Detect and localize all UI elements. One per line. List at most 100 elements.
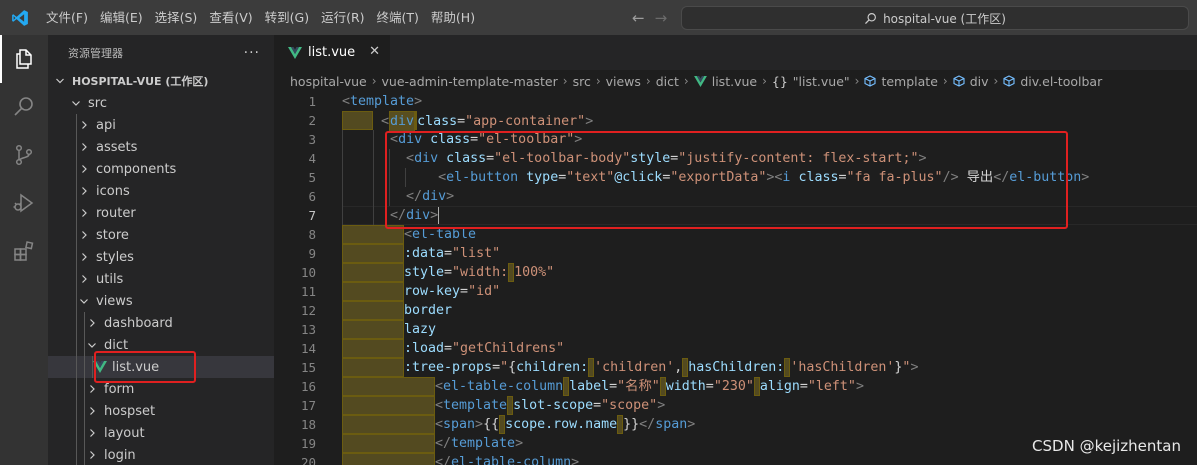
indent-guide [84, 378, 85, 400]
more-actions-icon[interactable]: ··· [244, 45, 260, 61]
folder-item[interactable]: dashboard [48, 312, 274, 334]
folder-item[interactable]: api [48, 114, 274, 136]
tree-item-label: utils [96, 271, 124, 287]
forward-arrow-icon[interactable]: → [655, 9, 668, 27]
search-icon [865, 12, 877, 24]
tree-item-label: router [96, 205, 136, 221]
command-center-label: hospital-vue (工作区) [883, 11, 1006, 26]
folder-item[interactable]: router [48, 202, 274, 224]
chevron-right-icon [76, 186, 92, 196]
navigation-arrows: ← → [632, 0, 667, 35]
element-cube-icon [864, 75, 877, 87]
vue-file-icon [693, 75, 707, 87]
workspace-section-header[interactable]: HOSPITAL-VUE (工作区) [48, 70, 274, 92]
explorer-title: 资源管理器 [68, 46, 123, 60]
indent-guide [84, 422, 85, 444]
breadcrumb-item[interactable]: list.vue [712, 74, 757, 89]
folder-item[interactable]: styles [48, 246, 274, 268]
folder-item[interactable]: components [48, 158, 274, 180]
chevron-right-icon: › [993, 74, 999, 88]
folder-item[interactable]: utils [48, 268, 274, 290]
chevron-right-icon [76, 208, 92, 218]
indent-guide [76, 312, 77, 334]
breadcrumb-item[interactable]: views [606, 74, 641, 89]
command-center-search[interactable]: hospital-vue (工作区) [681, 6, 1189, 30]
folder-item[interactable]: icons [48, 180, 274, 202]
run-debug-icon[interactable] [0, 179, 48, 227]
tree-item-label: dashboard [104, 315, 173, 331]
line-number: 5 [308, 170, 316, 185]
line-number: 11 [300, 284, 316, 299]
explorer-icon[interactable] [0, 35, 48, 83]
breadcrumb: hospital-vue › vue-admin-template-master… [274, 70, 1197, 92]
breadcrumb-item[interactable]: vue-admin-template-master [382, 74, 558, 89]
breadcrumb-item[interactable]: src [573, 74, 591, 89]
tab-label: list.vue [308, 45, 356, 60]
watermark: CSDN @kejizhentan [1032, 437, 1181, 455]
code-line: row-key="id" [342, 282, 1089, 301]
indent-guide [76, 422, 77, 444]
chevron-right-icon: › [371, 74, 377, 88]
chevron-right-icon [84, 384, 100, 394]
line-number: 6 [308, 189, 316, 204]
chevron-right-icon [76, 142, 92, 152]
chevron-down-icon [68, 98, 84, 108]
indent-guide [84, 400, 85, 422]
line-number: 17 [300, 398, 316, 413]
code-line: lazy [342, 320, 1089, 339]
tab-list-vue[interactable]: list.vue ✕ [274, 35, 390, 70]
menu-file[interactable]: 文件(F) [40, 0, 94, 35]
tree-item-label: hospset [104, 403, 156, 419]
code-line: style="width: 100%" [342, 263, 1089, 282]
line-number: 1 [308, 94, 316, 109]
menu-selection[interactable]: 选择(S) [149, 0, 204, 35]
breadcrumb-item[interactable]: template [881, 74, 937, 89]
tree-item-label: styles [96, 249, 134, 265]
line-number: 2 [308, 113, 316, 128]
folder-item[interactable]: src [48, 92, 274, 114]
explorer-header: 资源管理器 ··· [48, 35, 274, 70]
tree-item-label: layout [104, 425, 145, 441]
breadcrumb-item[interactable]: "list.vue" [793, 74, 850, 89]
line-number: 12 [300, 303, 316, 318]
line-number: 14 [300, 341, 316, 356]
back-arrow-icon[interactable]: ← [632, 9, 645, 27]
close-icon[interactable]: ✕ [369, 44, 380, 59]
menu-bar: 文件(F) 编辑(E) 选择(S) 查看(V) 转到(G) 运行(R) 终端(T… [40, 0, 481, 35]
menu-view[interactable]: 查看(V) [203, 0, 258, 35]
menu-edit[interactable]: 编辑(E) [94, 0, 149, 35]
menu-help[interactable]: 帮助(H) [425, 0, 481, 35]
folder-item[interactable]: views [48, 290, 274, 312]
breadcrumb-item[interactable]: div [970, 74, 989, 89]
breadcrumb-item[interactable]: hospital-vue [290, 74, 367, 89]
search-icon[interactable] [0, 83, 48, 131]
indent-guide [76, 378, 77, 400]
code-line: border [342, 301, 1089, 320]
chevron-right-icon [84, 428, 100, 438]
folder-item[interactable]: layout [48, 422, 274, 444]
indent-guide [76, 356, 77, 378]
breadcrumb-item[interactable]: div.el-toolbar [1020, 74, 1102, 89]
vscode-logo-icon[interactable] [0, 0, 40, 35]
code-line: :load="getChildrens" [342, 339, 1089, 358]
folder-item[interactable]: hospset [48, 400, 274, 422]
line-number: 4 [308, 151, 316, 166]
tree-item-label: store [96, 227, 129, 243]
breadcrumb-item[interactable]: dict [656, 74, 679, 89]
source-control-icon[interactable] [0, 131, 48, 179]
folder-item[interactable]: login [48, 444, 274, 465]
folder-item[interactable]: assets [48, 136, 274, 158]
menu-terminal[interactable]: 终端(T) [371, 0, 425, 35]
menu-go[interactable]: 转到(G) [259, 0, 315, 35]
file-highlight-box [94, 351, 196, 383]
code-line: <el-table-column label="名称" width="230" ali… [342, 377, 1089, 396]
chevron-right-icon [76, 230, 92, 240]
menu-run[interactable]: 运行(R) [315, 0, 370, 35]
tree-item-label: views [96, 293, 133, 309]
extensions-icon[interactable] [0, 227, 48, 275]
chevron-right-icon [76, 120, 92, 130]
line-number: 7 [308, 208, 316, 223]
chevron-right-icon: › [683, 74, 689, 88]
chevron-right-icon: › [595, 74, 601, 88]
folder-item[interactable]: store [48, 224, 274, 246]
